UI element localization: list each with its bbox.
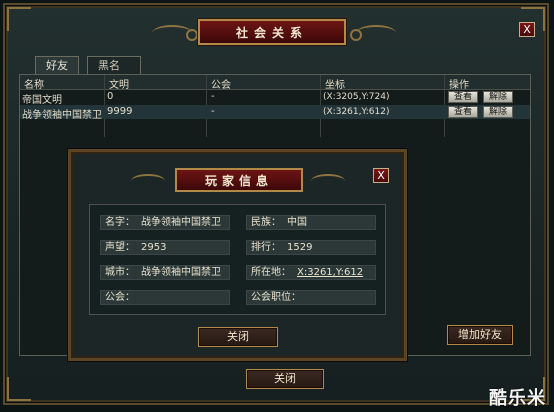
- row-guild: -: [211, 91, 215, 102]
- close-button[interactable]: 关闭: [246, 369, 324, 389]
- field-location: 所在地： X:3261,Y:612: [246, 265, 376, 280]
- row-coord: (X:3261,Y:612): [323, 107, 390, 117]
- title-flourish-right: [350, 25, 396, 41]
- field-name: 名字： 战争领袖中国禁卫: [100, 215, 230, 230]
- corner-ornament: [7, 377, 31, 401]
- field-fame: 声望： 2953: [100, 240, 230, 255]
- header-civ: 文明: [109, 80, 129, 91]
- tab-friends[interactable]: 好友: [35, 56, 79, 74]
- title-flourish-left: [152, 25, 198, 41]
- row-name: 战争领袖中国禁卫: [22, 110, 102, 121]
- header-guild: 公会: [211, 80, 231, 91]
- header-actions: 操作: [449, 80, 469, 91]
- dialog-title: 玩家信息: [175, 168, 303, 192]
- corner-ornament: [7, 7, 31, 31]
- row-civ: 0: [107, 91, 114, 102]
- row-name: 帝国文明: [22, 95, 62, 106]
- table-row[interactable]: 帝国文明 0 - (X:3205,Y:724) 查看 解除: [20, 90, 530, 106]
- watermark: 酷乐米: [489, 388, 546, 409]
- remove-button[interactable]: 解除: [483, 91, 513, 103]
- row-civ: 9999: [107, 106, 133, 117]
- window-title: 社会关系: [198, 19, 346, 45]
- dialog-close-action-button[interactable]: 关闭: [198, 327, 278, 347]
- field-race: 民族： 中国: [246, 215, 376, 230]
- view-button[interactable]: 查看: [448, 91, 478, 103]
- field-rank: 排行： 1529: [246, 240, 376, 255]
- row-guild: -: [211, 106, 215, 117]
- close-icon: X: [377, 169, 385, 182]
- window-close-button[interactable]: X: [519, 22, 535, 37]
- field-guild-position: 公会职位：: [246, 290, 376, 305]
- view-button[interactable]: 查看: [448, 106, 478, 118]
- player-info-panel: 名字： 战争领袖中国禁卫 民族： 中国 声望： 2953 排行： 1529 城市： 战争领…: [89, 204, 386, 315]
- close-icon: X: [523, 23, 531, 36]
- header-coord: 坐标: [325, 80, 345, 91]
- table-header: 名称 文明 公会 坐标 操作: [20, 75, 530, 91]
- title-flourish-right: [311, 174, 345, 188]
- add-friend-button[interactable]: 增加好友: [447, 325, 513, 345]
- row-coord: (X:3205,Y:724): [323, 92, 390, 102]
- field-guild: 公会：: [100, 290, 230, 305]
- tab-blacklist[interactable]: 黑名单: [87, 56, 141, 89]
- header-name: 名称: [24, 80, 44, 91]
- location-link[interactable]: X:3261,Y:612: [297, 267, 363, 278]
- dialog-close-button[interactable]: X: [373, 168, 389, 183]
- field-city: 城市： 战争领袖中国禁卫: [100, 265, 230, 280]
- player-info-dialog: 玩家信息 X 名字： 战争领袖中国禁卫 民族： 中国 声望： 2953 排行： 1529…: [68, 149, 407, 361]
- title-flourish-left: [131, 174, 165, 188]
- table-row[interactable]: 战争领袖中国禁卫 9999 - (X:3261,Y:612) 查看 解除: [20, 105, 530, 121]
- remove-button[interactable]: 解除: [483, 106, 513, 118]
